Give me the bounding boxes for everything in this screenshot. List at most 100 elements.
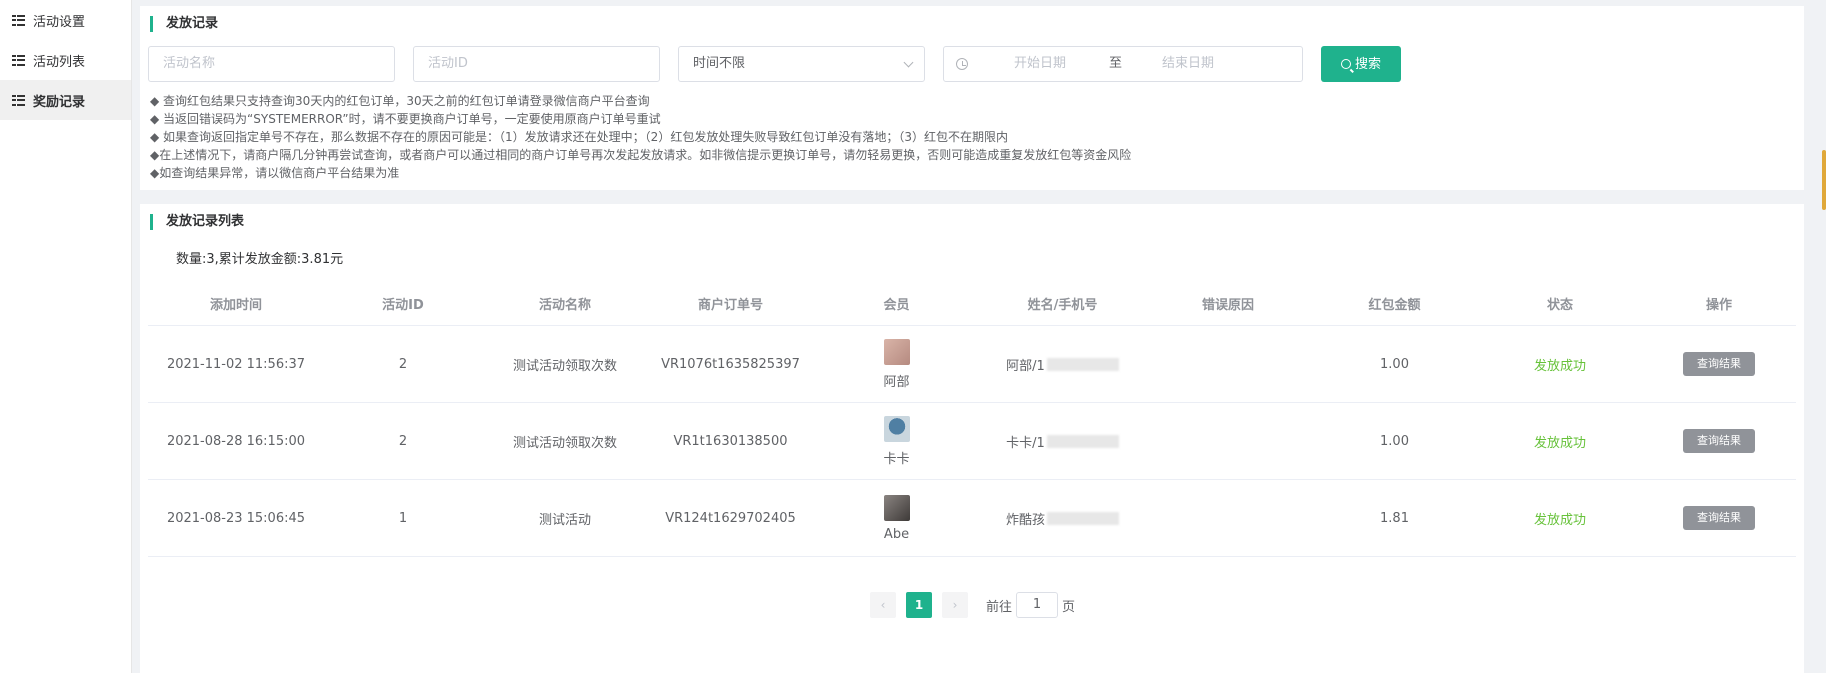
scrollbar-thumb[interactable] (1822, 150, 1826, 210)
column-header: 操作 (1705, 298, 1732, 313)
avatar (883, 338, 910, 365)
list-icon (12, 14, 25, 26)
summary-text: 数量:3,累计发放金额:3.81元 (176, 252, 344, 267)
note-line: ◆ 如果查询返回指定单号不存在，那么数据不存在的原因可能是：（1）发放请求还在处… (150, 130, 1008, 144)
pagination: ‹ 1 › 前往 1 页 (870, 592, 1075, 618)
cell-activity-id: 2 (398, 356, 408, 372)
filter-bar: 活动名称 活动ID 时间不限 开始日期 至 结束日期 搜索 (148, 46, 1448, 82)
sidebar-item-activity-settings[interactable]: 活动设置 (0, 0, 131, 40)
note-line: ◆如查询结果异常，请以微信商户平台结果为准 (150, 166, 400, 180)
column-header: 活动名称 (538, 298, 591, 313)
note-line: ◆在上述情况下，请商户隔几分钟再尝试查询，或者商户可以通过相同的商户订单号再次发… (150, 148, 1132, 162)
search-icon (1340, 59, 1351, 69)
cell-op: 查询结果 (1642, 429, 1796, 453)
next-page-button[interactable]: › (942, 592, 968, 618)
masked-phone (1046, 357, 1119, 371)
cell-order-no: VR124t1629702405 (665, 510, 796, 526)
time-range-select-value: 时间不限 (693, 56, 746, 71)
page-unit-label: 页 (1062, 599, 1076, 615)
panel-title: 发放记录 (150, 16, 218, 32)
masked-phone (1046, 434, 1119, 448)
search-button[interactable]: 搜索 (1321, 46, 1401, 82)
chevron-down-icon (903, 57, 914, 68)
cell-op: 查询结果 (1642, 352, 1796, 376)
cell-amount: 1.00 (1380, 356, 1409, 372)
end-date-input[interactable]: 结束日期 (1162, 47, 1214, 81)
goto-page-input[interactable]: 1 (1016, 592, 1059, 618)
cell-amount: 1.00 (1380, 433, 1409, 449)
table-row: 2021-08-23 15:06:45 1 测试活动 VR124t1629702… (148, 480, 1796, 557)
member-name: 阿部 (883, 374, 910, 390)
sidebar-item-reward-records[interactable]: 奖励记录 (0, 80, 131, 120)
date-range-picker[interactable]: 开始日期 至 结束日期 (943, 46, 1303, 82)
column-header: 会员 (883, 298, 910, 313)
start-date-input[interactable]: 开始日期 (1014, 47, 1066, 81)
goto-label: 前往 (986, 599, 1013, 615)
table-row: 2021-11-02 11:56:37 2 测试活动领取次数 VR1076t16… (148, 326, 1796, 403)
panel-title: 发放记录列表 (150, 214, 244, 230)
column-header: 姓名/手机号 (1027, 298, 1098, 313)
column-header: 添加时间 (209, 298, 262, 313)
sidebar-item-label: 奖励记录 (33, 94, 86, 110)
list-icon (12, 94, 25, 106)
cell-amount: 1.81 (1380, 510, 1409, 526)
table-header: 添加时间 活动ID 活动名称 商户订单号 会员 姓名/手机号 错误原因 红包金额… (148, 282, 1796, 326)
activity-id-input[interactable]: 活动ID (413, 46, 660, 82)
sidebar-item-label: 活动设置 (33, 14, 86, 30)
member-name: 卡卡 (883, 451, 910, 467)
cell-order-no: VR1076t1635825397 (661, 356, 800, 372)
clock-icon (956, 58, 968, 70)
cell-activity-name: 测试活动领取次数 (512, 435, 617, 451)
status-badge: 发放成功 (1533, 435, 1586, 451)
cell-activity-name: 测试活动 (538, 512, 591, 528)
member-name: Abe (883, 526, 910, 542)
table-row: 2021-08-28 16:15:00 2 测试活动领取次数 VR1t16301… (148, 403, 1796, 480)
status-badge: 发放成功 (1533, 512, 1586, 528)
query-result-button[interactable]: 查询结果 (1683, 506, 1755, 530)
cell-activity-id: 1 (398, 510, 408, 526)
cell-time: 2021-11-02 11:56:37 (166, 356, 306, 372)
name-phone-text: 卡卡/1 (1006, 435, 1045, 451)
filter-panel: 发放记录 活动名称 活动ID 时间不限 开始日期 至 结束日期 搜索 ◆ 查询红… (140, 6, 1804, 190)
avatar (883, 415, 910, 442)
prev-page-button[interactable]: ‹ (870, 592, 896, 618)
sidebar-item-activity-list[interactable]: 活动列表 (0, 40, 131, 80)
cell-activity-name: 测试活动领取次数 (512, 358, 617, 374)
column-header: 错误原因 (1201, 298, 1254, 313)
note-line: ◆ 当返回错误码为“SYSTEMERROR”时，请不要更换商户订单号，一定要使用… (150, 112, 661, 126)
sidebar-item-label: 活动列表 (33, 54, 86, 70)
notes: ◆ 查询红包结果只支持查询30天内的红包订单，30天之前的红包订单请登录微信商户… (150, 92, 1131, 182)
name-phone-text: 炸酷孩 (1005, 512, 1045, 528)
cell-op: 查询结果 (1642, 506, 1796, 530)
page-jump: 前往 1 页 (986, 592, 1075, 618)
cell-member: 阿部 (813, 338, 980, 390)
cell-time: 2021-08-23 15:06:45 (166, 510, 306, 526)
list-icon (12, 54, 25, 66)
page-number-button[interactable]: 1 (906, 592, 932, 618)
cell-activity-id: 2 (398, 433, 408, 449)
cell-order-no: VR1t1630138500 (673, 433, 788, 449)
note-line: ◆ 查询红包结果只支持查询30天内的红包订单，30天之前的红包订单请登录微信商户… (150, 94, 650, 108)
sidebar: 活动设置 活动列表 奖励记录 (0, 0, 132, 673)
query-result-button[interactable]: 查询结果 (1683, 429, 1755, 453)
status-badge: 发放成功 (1533, 358, 1586, 374)
column-header: 状态 (1546, 298, 1573, 313)
time-range-select[interactable]: 时间不限 (678, 46, 925, 82)
masked-phone (1047, 511, 1119, 525)
column-header: 活动ID (382, 298, 424, 313)
cell-time: 2021-08-28 16:15:00 (166, 433, 306, 449)
query-result-button[interactable]: 查询结果 (1683, 352, 1755, 376)
scrollbar[interactable] (1816, 0, 1826, 673)
search-button-label: 搜索 (1354, 56, 1381, 71)
cell-name-phone: 炸酷孩 (980, 509, 1145, 528)
cell-name-phone: 卡卡/1 (980, 432, 1145, 451)
cell-member: Abe (813, 494, 980, 542)
records-table: 添加时间 活动ID 活动名称 商户订单号 会员 姓名/手机号 错误原因 红包金额… (148, 282, 1796, 557)
name-phone-text: 阿部/1 (1006, 358, 1045, 374)
cell-name-phone: 阿部/1 (980, 355, 1145, 374)
cell-member: 卡卡 (813, 415, 980, 467)
column-header: 商户订单号 (697, 298, 763, 313)
activity-name-input[interactable]: 活动名称 (148, 46, 395, 82)
avatar (883, 494, 910, 521)
list-panel: 发放记录列表 数量:3,累计发放金额:3.81元 添加时间 活动ID 活动名称 … (140, 204, 1804, 673)
